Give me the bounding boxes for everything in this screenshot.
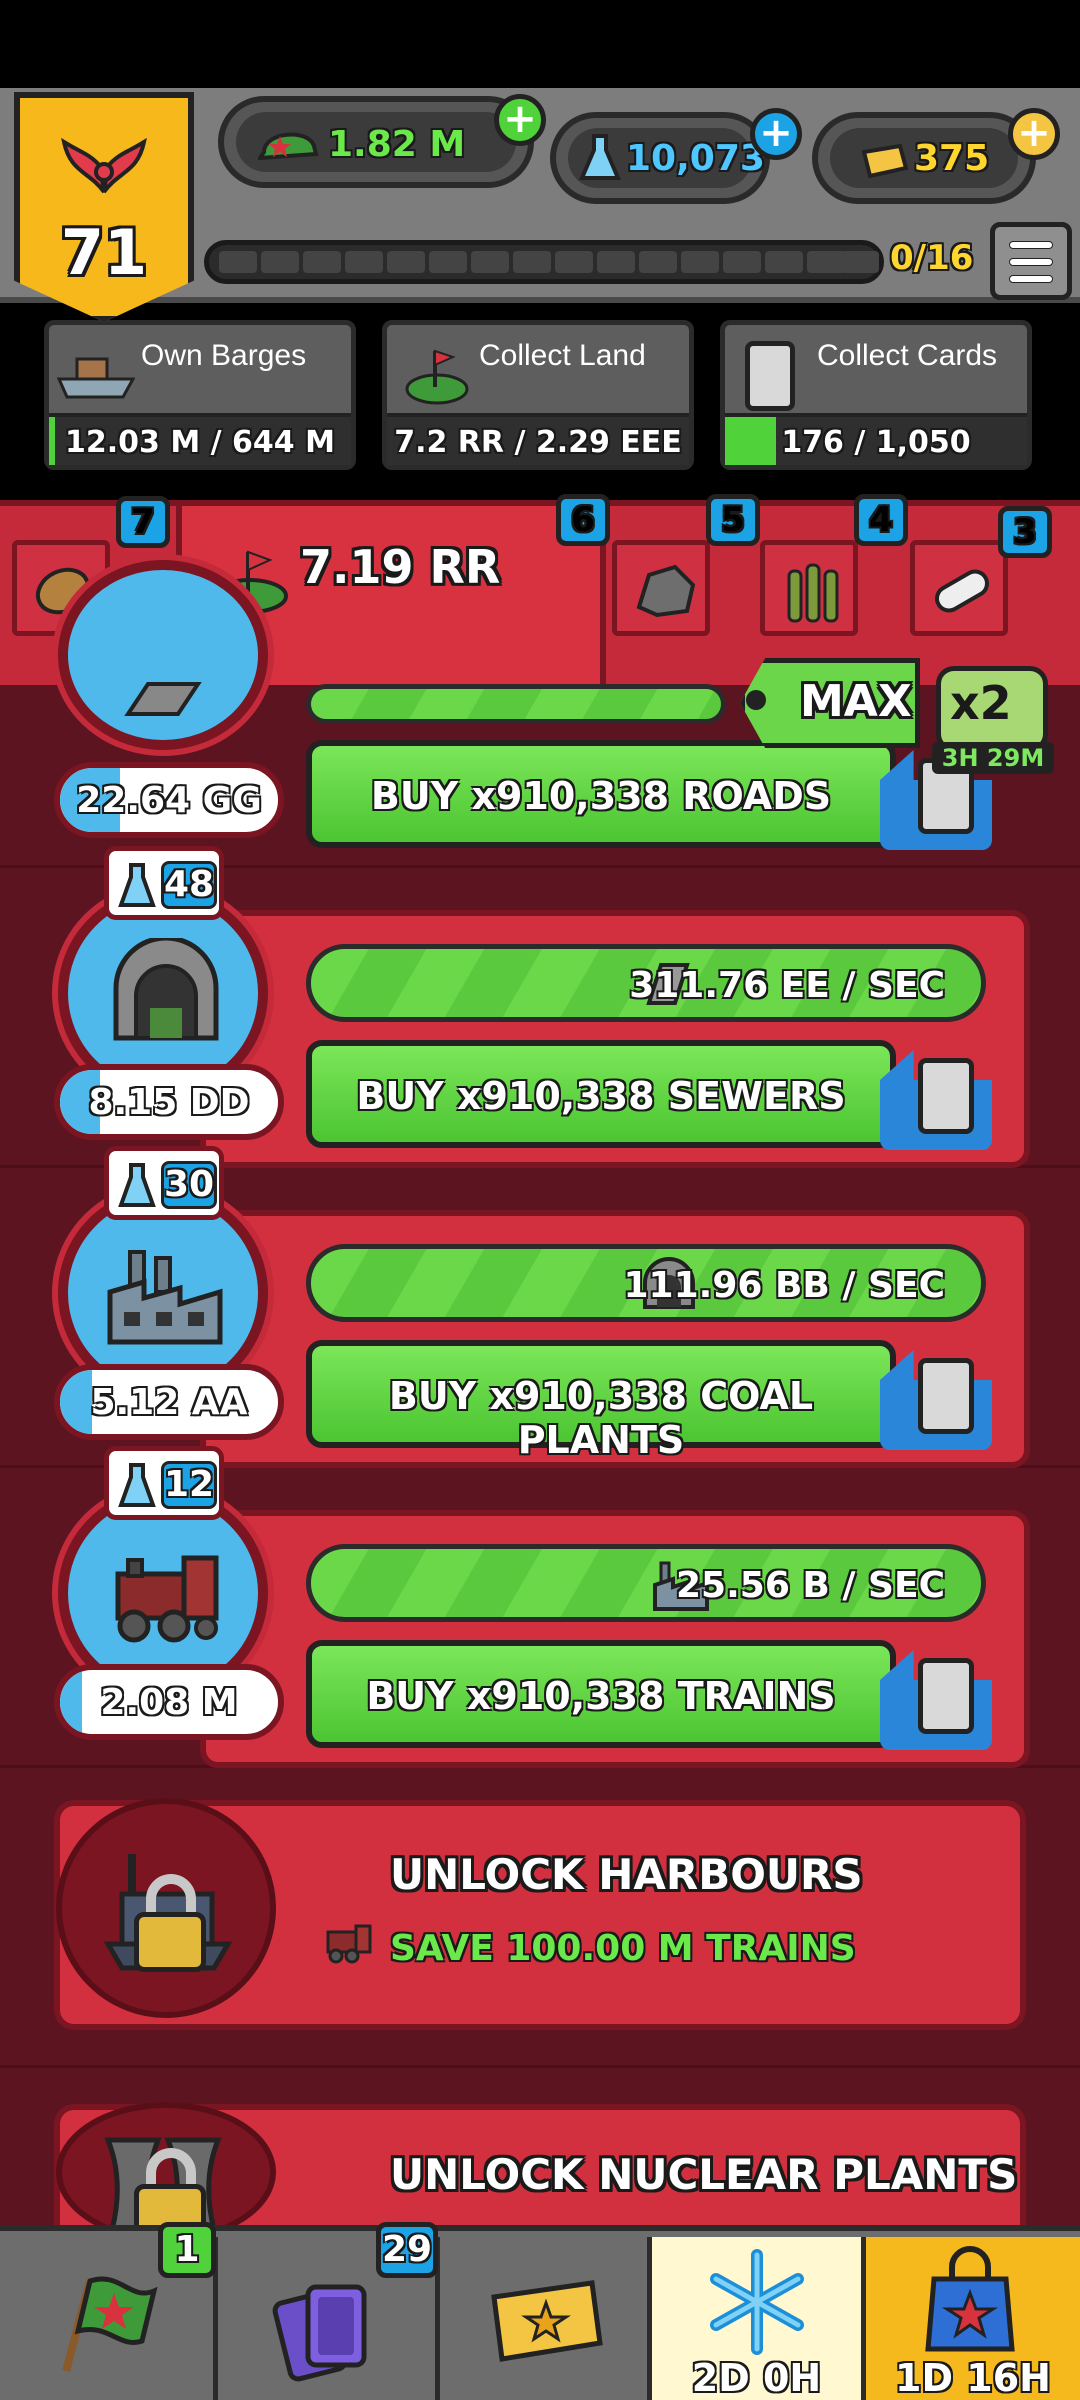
gold-value: 375 [914, 138, 990, 179]
pill-icon [935, 569, 989, 613]
goal-title: Collect Cards [817, 339, 998, 372]
nav-tickets[interactable] [440, 2237, 652, 2400]
flask-icon [578, 134, 622, 180]
flask-icon [118, 1163, 156, 1207]
roads-price: 22.64 GG [54, 762, 284, 838]
add-science-button[interactable]: + [750, 108, 802, 160]
cash-value: 1.82 M [328, 124, 466, 165]
wings-icon [61, 137, 147, 194]
nav-shop[interactable]: 1D 16H [866, 2237, 1080, 2400]
badge-cards: 29 [376, 2222, 438, 2278]
freeze-timer: 2D 0H [691, 2356, 822, 2400]
gold-counter[interactable]: 375 [812, 112, 1036, 204]
rank-progress-bar [204, 240, 884, 284]
rank-badge[interactable]: 71 [14, 92, 194, 322]
goal-collect-cards[interactable]: Collect Cards 176 / 1,050 [720, 320, 1032, 470]
coal-plants-level-tag: 30 [104, 1146, 224, 1220]
factory-icon [107, 1250, 223, 1345]
coal-plants-rate-bar: 111.96 BB / SEC [306, 1244, 986, 1322]
buy-sewers-button[interactable]: BUY x910,338 SEWERS [306, 1040, 896, 1148]
flask-icon [118, 1463, 156, 1507]
stone-icon [636, 564, 696, 618]
card-icon [918, 1058, 974, 1134]
train-icon [326, 1924, 372, 1964]
x2-timer: 3H 29M [932, 742, 1054, 774]
sewers-level-tag: 48 [104, 846, 224, 920]
snowflake-icon [710, 2249, 804, 2355]
tab-pill[interactable] [910, 540, 1008, 636]
sewers-price: 8.15 DD [54, 1064, 284, 1140]
land-total: 7.19 RR [300, 540, 501, 594]
card-icon [918, 1358, 974, 1434]
shopping-bag-icon [925, 2246, 1015, 2352]
goal-own-barges[interactable]: Own Barges 12.03 M / 644 M [44, 320, 356, 470]
flask-icon [118, 863, 156, 907]
status-bar [0, 0, 1080, 88]
sewers-card-button[interactable] [880, 1040, 998, 1156]
roads-rate-bar [306, 684, 726, 724]
shop-timer: 1D 16H [895, 2356, 1051, 2400]
tab-stone[interactable] [612, 540, 710, 636]
goal-title: Collect Land [479, 339, 646, 372]
buy-roads-button[interactable]: BUY x910,338 ROADS [306, 740, 896, 848]
badge-ammo: 4 [854, 494, 908, 546]
nav-freeze-event[interactable]: 2D 0H [652, 2237, 866, 2400]
nuclear-plants-locked-icon [56, 2102, 276, 2244]
badge-pill: 3 [998, 506, 1052, 558]
rank-progress-label: 0/16 [890, 238, 974, 278]
card-deck-icon [272, 2284, 367, 2382]
card-icon [918, 1658, 974, 1734]
buy-trains-button[interactable]: BUY x910,338 TRAINS [306, 1640, 896, 1748]
sewers-rate-bar: 311.76 EE / SEC [306, 944, 986, 1022]
badge-campaign: 1 [158, 2222, 216, 2278]
max-label: MAX [800, 676, 912, 727]
lock-icon [134, 1912, 206, 1972]
star-flag-icon [62, 2276, 158, 2373]
road-icon [124, 682, 202, 716]
unlock-harbours-title: UNLOCK HARBOURS [390, 1850, 863, 1899]
buy-coal-plants-button[interactable]: BUY x910,338 COAL PLANTS [306, 1340, 896, 1462]
trains-card-button[interactable] [880, 1640, 998, 1756]
trains-rate-bar: 25.56 B / SEC [306, 1544, 986, 1622]
ammo-icon [787, 563, 839, 623]
trains-price: 2.08 M [54, 1664, 284, 1740]
badge-potato: 7 [116, 496, 170, 548]
coal-plants-card-button[interactable] [880, 1340, 998, 1456]
land-flag-icon [405, 349, 469, 405]
goal-value: 12.03 M / 644 M [65, 425, 335, 460]
harbours-locked-icon [56, 1798, 276, 2018]
goal-value: 7.2 RR / 2.29 EEE [394, 425, 682, 460]
add-cash-button[interactable]: + [494, 94, 546, 146]
rank-level: 71 [60, 216, 148, 289]
menu-button[interactable] [990, 222, 1072, 300]
barge-icon [57, 357, 135, 399]
unlock-harbours-condition: SAVE 100.00 M TRAINS [390, 1928, 856, 1969]
science-counter[interactable]: 10,073 [550, 112, 770, 204]
army-cap-icon [258, 132, 319, 161]
gold-bar-icon [861, 143, 909, 179]
dot-icon [746, 690, 766, 710]
roads-icon-circle[interactable] [58, 560, 268, 750]
goal-value: 176 / 1,050 [781, 425, 971, 460]
badge-land: 6 [556, 494, 610, 546]
coal-plants-price: 5.12 AA [54, 1364, 284, 1440]
goal-title: Own Barges [141, 339, 307, 372]
x2-label: x2 [950, 676, 1012, 730]
science-value: 10,073 [626, 138, 765, 179]
trains-level-tag: 12 [104, 1446, 224, 1520]
goal-collect-land[interactable]: Collect Land 7.2 RR / 2.29 EEE [382, 320, 694, 470]
unlock-nuclear-plants-title: UNLOCK NUCLEAR PLANTS [390, 2150, 1018, 2199]
add-gold-button[interactable]: + [1008, 108, 1060, 160]
card-icon [745, 341, 795, 411]
cash-counter[interactable]: 1.82 M [218, 96, 534, 188]
tab-ammo[interactable] [760, 540, 858, 636]
ticket-icon [491, 2280, 603, 2362]
train-icon [115, 1555, 219, 1643]
sewer-tunnel-icon [113, 938, 219, 1041]
badge-stone: 5 [706, 494, 760, 546]
